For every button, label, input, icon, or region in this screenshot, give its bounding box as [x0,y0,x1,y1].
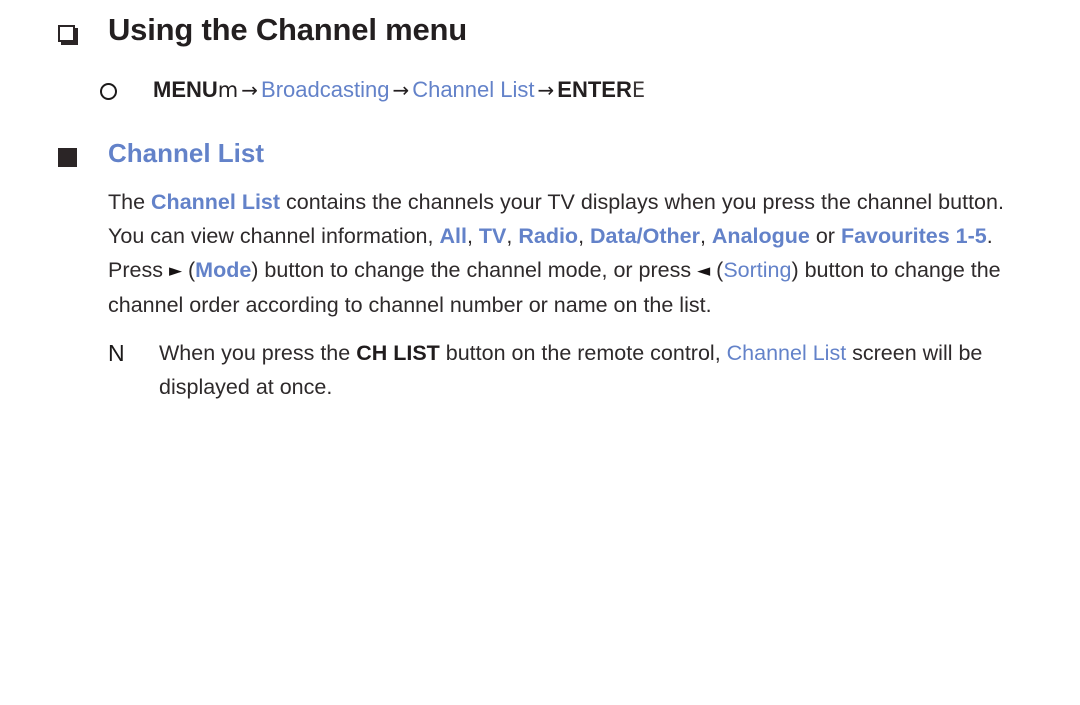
channel-list-description-run-12: or [809,223,841,248]
manual-page: Using the Channel menu MENUm → Broadcastin… [0,0,1080,705]
arrow-icon-3: → [537,78,555,102]
channel-list-description-run-1[interactable]: Channel List [151,190,280,214]
channel-list-description-run-6: , [506,223,519,248]
mode-sorting-description-run-0: Press [108,257,169,282]
enter-key-icon: E [631,78,646,102]
channel-list-description-run-8: , [578,223,591,248]
section-heading-row: Channel List [58,138,1080,169]
note-text: When you press the CH LIST button on the… [159,336,1032,404]
menu-path-row: MENUm → Broadcasting → Channel List → ENTERE [100,75,1080,106]
mode-sorting-description-run-7[interactable]: Sorting [723,258,791,282]
hollow-square-icon [58,12,88,50]
menu-key-icon: m [217,78,239,102]
channel-list-description-run-9[interactable]: Data/Other [590,224,700,248]
note-run-2: button on the remote control, [439,340,727,365]
mode-sorting-description-run-6: ( [710,257,724,282]
mode-sorting-description-run-5: ◄ [697,260,711,281]
menu-path-channel-list[interactable]: Channel List [412,77,534,102]
arrow-icon-2: → [392,78,410,102]
channel-list-description-run-7[interactable]: Radio [518,224,578,248]
mode-sorting-description-run-2: ( [182,257,196,282]
channel-list-description-run-14: . [986,223,993,248]
note-row: N When you press the CH LIST button on t… [108,336,1032,404]
menu-path-enter-label: ENTER [557,77,632,102]
menu-path-broadcasting[interactable]: Broadcasting [261,77,389,102]
section-heading: Channel List [108,137,265,168]
arrow-icon-1: → [241,78,259,102]
body-content: The Channel List contains the channels y… [108,185,1032,322]
paragraph-channel-list-description: The Channel List contains the channels y… [108,185,1032,253]
circle-outline-icon [100,83,117,100]
note-run-1: CH LIST [356,340,440,365]
channel-list-description-run-5[interactable]: TV [479,224,506,248]
channel-list-description-run-0: The [108,189,152,214]
paragraph-mode-sorting-description: Press ► (Mode) button to change the chan… [108,253,1032,322]
menu-path: MENUm → Broadcasting → Channel List → ENTERE [153,75,645,106]
mode-sorting-description-run-4: ) button to change the channel mode, or … [251,257,698,282]
channel-list-description-run-13[interactable]: Favourites 1-5 [841,224,987,248]
channel-list-description-run-10: , [699,223,712,248]
mode-sorting-description-run-3[interactable]: Mode [195,258,251,282]
channel-list-description-run-11[interactable]: Analogue [712,224,810,248]
note-run-3[interactable]: Channel List [727,341,847,365]
page-title-row: Using the Channel menu [58,0,1080,50]
channel-list-description-run-4: , [466,223,479,248]
filled-square-icon [58,147,77,167]
note-run-0: When you press the [159,340,357,365]
mode-sorting-description-run-1: ► [168,260,183,281]
menu-path-menu-label: MENU [153,77,218,102]
page-title: Using the Channel menu [108,12,468,47]
note-n-icon: N [108,339,125,366]
channel-list-description-run-3[interactable]: All [439,224,466,248]
